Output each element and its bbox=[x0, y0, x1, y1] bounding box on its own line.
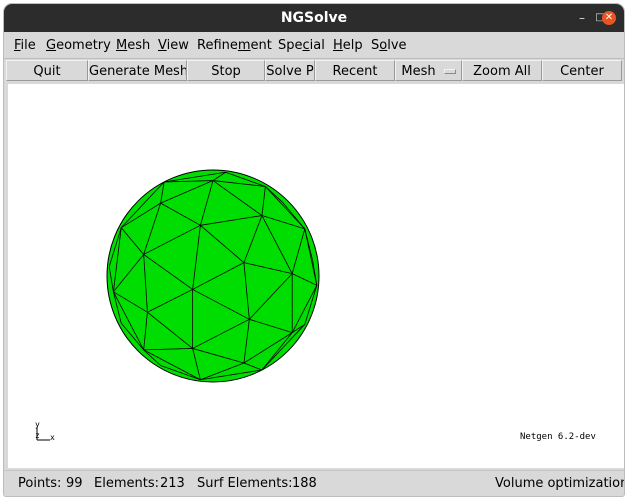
menu-refinement[interactable]: Refinement bbox=[197, 33, 272, 58]
menu-view[interactable]: View bbox=[158, 33, 189, 58]
window-title: NGSolve bbox=[280, 10, 348, 26]
menu-geometry[interactable]: Geometry bbox=[46, 33, 111, 58]
view-mode-value: Mesh bbox=[401, 64, 436, 79]
task-status: Volume optimization bbox=[495, 476, 624, 491]
points-label: Points: bbox=[18, 476, 62, 491]
axis-y-label: y bbox=[35, 420, 40, 429]
solve-button[interactable]: Solve P bbox=[265, 60, 315, 81]
axis-x-label: x bbox=[50, 433, 55, 442]
mesh-sphere bbox=[106, 169, 320, 383]
points-value: 99 bbox=[66, 476, 83, 491]
minimize-icon[interactable]: – bbox=[574, 10, 590, 26]
axis-z-label: z bbox=[35, 431, 40, 440]
elements-value: 213 bbox=[160, 476, 185, 491]
option-menu-indicator-icon bbox=[443, 69, 456, 74]
version-label: Netgen 6.2-dev bbox=[520, 432, 596, 442]
close-icon[interactable]: ✕ bbox=[602, 11, 616, 25]
recent-button[interactable]: Recent bbox=[315, 60, 395, 81]
menu-mesh[interactable]: Mesh bbox=[116, 33, 150, 58]
generate-mesh-button[interactable]: Generate Mesh bbox=[88, 60, 187, 81]
menu-file[interactable]: File bbox=[14, 33, 36, 58]
surf-elements-value: 188 bbox=[292, 476, 317, 491]
render-viewport[interactable]: y z x Netgen 6.2-dev bbox=[8, 84, 624, 468]
elements-label: Elements: bbox=[94, 476, 159, 491]
quit-button[interactable]: Quit bbox=[6, 60, 88, 81]
mesh-canvas bbox=[36, 169, 320, 441]
menu-solve[interactable]: Solve bbox=[371, 33, 407, 58]
menu-help[interactable]: Help bbox=[333, 33, 363, 58]
toolbar: Quit Generate Mesh Stop Solve P Recent M… bbox=[4, 59, 624, 83]
center-button[interactable]: Center bbox=[542, 60, 622, 81]
surf-elements-label: Surf Elements: bbox=[197, 476, 293, 491]
ngsolve-window: NGSolve – □ ✕ File Geometry Mesh View Re… bbox=[4, 4, 624, 496]
menu-bar: File Geometry Mesh View Refinement Speci… bbox=[4, 33, 624, 59]
view-mode-select[interactable]: Mesh bbox=[395, 60, 462, 81]
status-bar: Points: 99 Elements: 213 Surf Elements: … bbox=[4, 470, 624, 496]
title-bar[interactable]: NGSolve – □ ✕ bbox=[4, 4, 624, 32]
stop-button[interactable]: Stop bbox=[187, 60, 265, 81]
zoom-all-button[interactable]: Zoom All bbox=[462, 60, 542, 81]
menu-special[interactable]: Special bbox=[278, 33, 325, 58]
